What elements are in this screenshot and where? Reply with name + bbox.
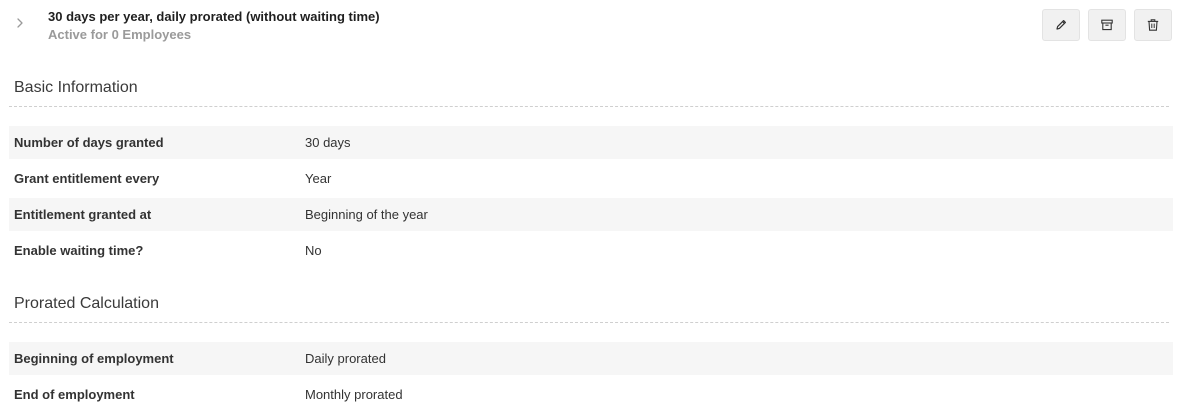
row-value: Beginning of the year — [305, 207, 428, 222]
edit-button[interactable] — [1042, 9, 1080, 41]
row-label: Enable waiting time? — [14, 243, 144, 258]
section-title-prorated-calculation: Prorated Calculation — [14, 295, 159, 312]
row-label: End of employment — [14, 387, 135, 402]
row-label: Entitlement granted at — [14, 207, 152, 222]
detail-row: Enable waiting time? No — [9, 234, 1173, 267]
pencil-icon — [1056, 20, 1066, 30]
detail-row: End of employment Monthly prorated — [9, 378, 1173, 411]
row-label: Grant entitlement every — [14, 171, 160, 186]
section-divider — [9, 322, 1169, 323]
detail-row: Entitlement granted at Beginning of the … — [9, 198, 1173, 231]
expand-chevron-icon[interactable] — [13, 15, 27, 31]
delete-button[interactable] — [1134, 9, 1172, 41]
row-label: Beginning of employment — [14, 351, 174, 366]
policy-subtitle: Active for 0 Employees — [48, 27, 192, 42]
row-value: Year — [305, 171, 332, 186]
row-value: Monthly prorated — [305, 387, 403, 402]
archive-icon — [1101, 19, 1113, 31]
policy-title: 30 days per year, daily prorated (withou… — [48, 9, 380, 24]
detail-row: Number of days granted 30 days — [9, 126, 1173, 159]
section-divider — [9, 106, 1169, 107]
archive-button[interactable] — [1088, 9, 1126, 41]
detail-row: Grant entitlement every Year — [9, 162, 1173, 195]
action-buttons — [1042, 9, 1172, 41]
trash-icon — [1147, 19, 1159, 31]
row-value: Daily prorated — [305, 351, 386, 366]
section-title-basic-information: Basic Information — [14, 79, 138, 96]
row-label: Number of days granted — [14, 135, 164, 150]
detail-row: Beginning of employment Daily prorated — [9, 342, 1173, 375]
row-value: No — [305, 243, 322, 258]
row-value: 30 days — [305, 135, 351, 150]
policy-header: 30 days per year, daily prorated (withou… — [0, 0, 1184, 50]
